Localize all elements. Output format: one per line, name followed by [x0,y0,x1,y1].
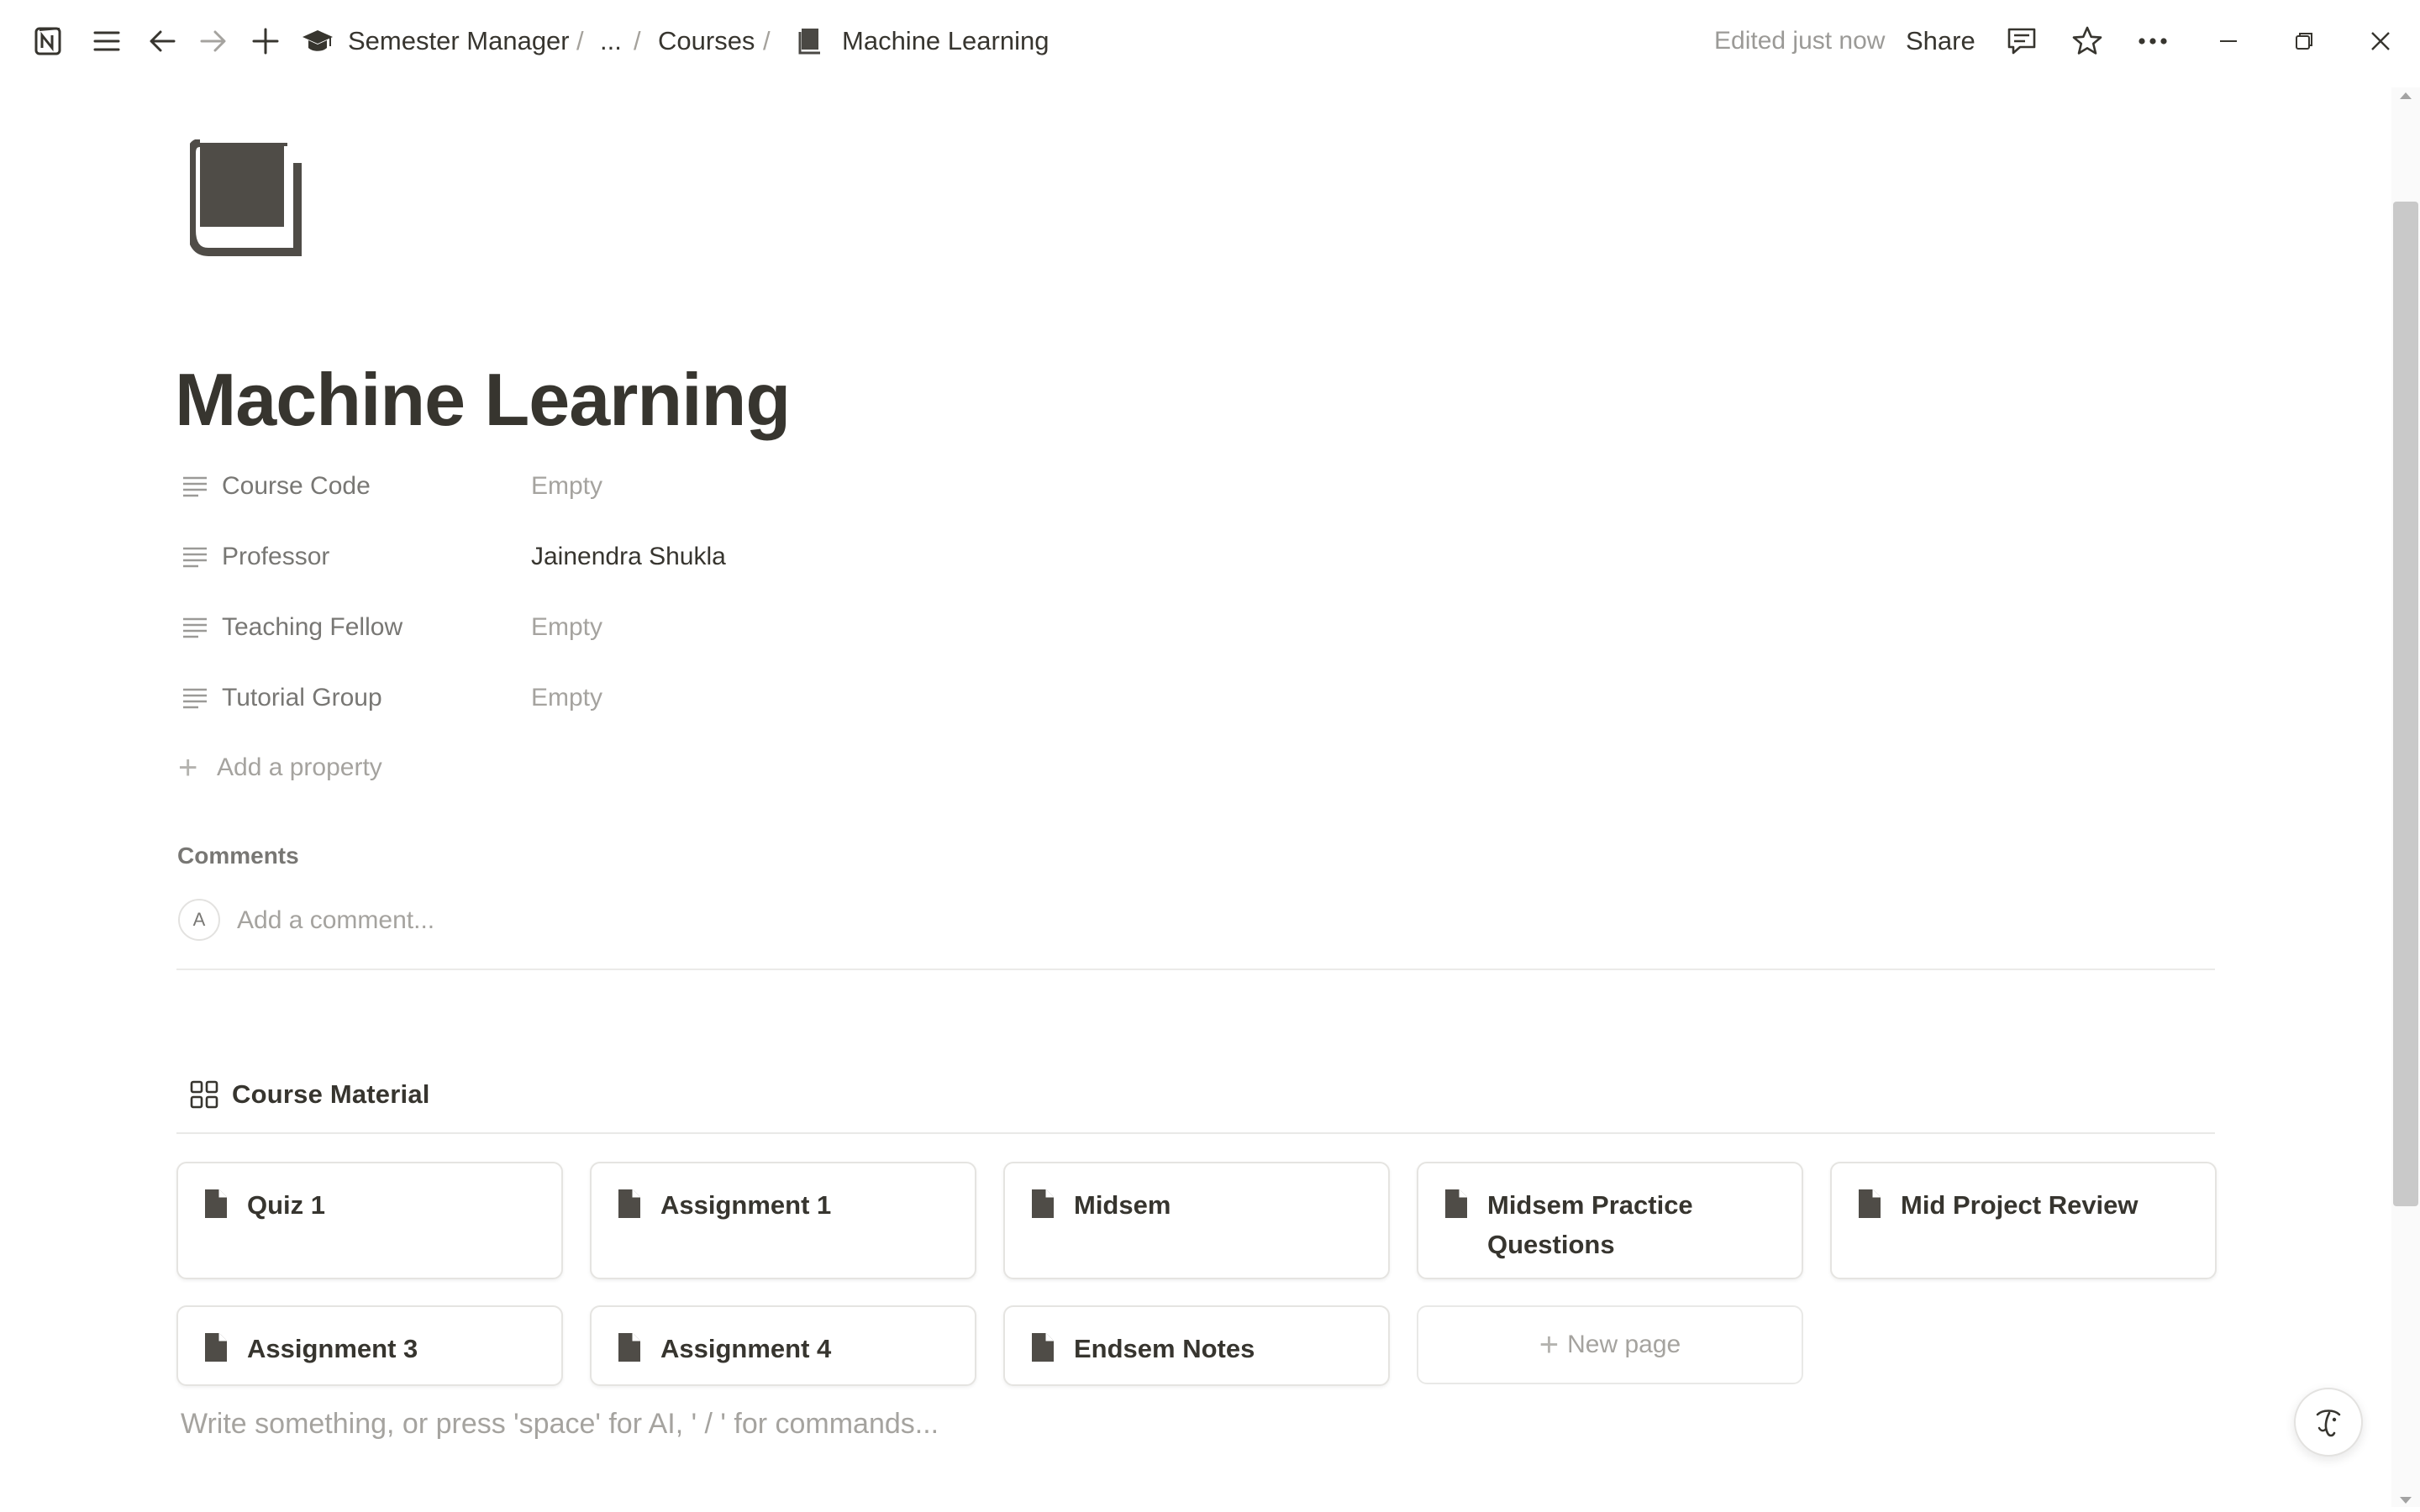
add-property-label: Add a property [217,753,382,781]
comments-heading: Comments [177,843,299,869]
gallery-card[interactable]: Assignment 3 [176,1305,563,1386]
property-value[interactable]: Jainendra Shukla [531,543,726,571]
notion-logo-icon[interactable] [29,21,69,61]
gallery-card[interactable]: Endsem Notes [1003,1305,1390,1386]
back-arrow-icon[interactable] [142,21,182,61]
page-title[interactable]: Machine Learning [175,353,791,447]
property-name: Teaching Fellow [222,613,403,641]
property-value[interactable]: Empty [531,684,602,712]
page-icon [1445,1189,1467,1218]
card-title: Quiz 1 [247,1190,326,1220]
page-icon [205,1333,227,1362]
card-title: Midsem Practice Questions [1487,1190,1693,1259]
page-icon [618,1189,640,1218]
card-title: Endsem Notes [1074,1334,1255,1363]
breadcrumb-separator: / [634,26,641,55]
notion-ai-face-icon [2316,1410,2341,1437]
gallery-view-icon [190,1080,218,1109]
property-teaching-fellow[interactable]: Teaching Fellow Empty [175,601,1267,654]
card-title: Assignment 3 [247,1334,418,1363]
text-property-icon [183,688,207,709]
breadcrumb-semester-manager[interactable]: Semester Manager [348,24,570,59]
avatar: A [178,899,220,941]
scrollbar-thumb[interactable] [2393,202,2418,1206]
gallery-card[interactable]: Midsem [1003,1162,1390,1279]
gallery-card[interactable]: Assignment 4 [590,1305,976,1386]
course-material-title: Course Material [232,1079,430,1109]
breadcrumb-current-page[interactable]: Machine Learning [842,24,1049,59]
property-name: Course Code [222,472,371,500]
breadcrumb-ellipsis[interactable]: ... [600,24,622,59]
scroll-up-arrow-icon[interactable] [2400,92,2412,99]
gallery-card[interactable]: Quiz 1 [176,1162,563,1279]
add-property-button[interactable]: + Add a property [175,743,382,793]
new-page-label: New page [1567,1331,1681,1358]
restore-window-icon[interactable] [2284,21,2324,61]
page-icon [205,1189,227,1218]
comment-icon[interactable] [2002,21,2042,61]
property-value[interactable]: Empty [531,613,602,642]
more-options-icon[interactable] [2133,21,2173,61]
gallery-card[interactable]: Mid Project Review [1830,1162,2217,1279]
graduation-cap-icon [297,21,338,61]
comment-input[interactable]: Add a comment... [237,904,434,937]
breadcrumb-separator: / [763,26,771,55]
scroll-down-arrow-icon[interactable] [2400,1497,2412,1504]
property-professor[interactable]: Professor Jainendra Shukla [175,530,1267,584]
text-property-icon [183,617,207,638]
card-title: Assignment 4 [660,1334,832,1363]
page-book-icon[interactable] [187,139,308,257]
divider [176,1132,2215,1134]
forward-arrow-icon[interactable] [193,21,234,61]
share-button[interactable]: Share [1906,24,1975,59]
page-icon [1032,1189,1054,1218]
course-material-view-tab[interactable]: Course Material [188,1079,430,1110]
divider [176,969,2215,970]
card-title: Midsem [1074,1190,1171,1220]
editor-placeholder[interactable]: Write something, or press 'space' for AI… [181,1405,939,1442]
close-window-icon[interactable] [2360,21,2401,61]
text-property-icon [183,476,207,497]
menu-icon[interactable] [87,21,127,61]
notion-ai-button[interactable] [2294,1388,2363,1457]
edited-status: Edited just now [1714,27,1886,55]
card-title: Mid Project Review [1901,1190,2139,1220]
property-course-code[interactable]: Course Code Empty [175,459,1267,513]
page-icon [618,1333,640,1362]
property-tutorial-group[interactable]: Tutorial Group Empty [175,671,1267,725]
top-bar: Semester Manager / ... / Courses / Machi… [0,0,2420,82]
breadcrumb-courses[interactable]: Courses [658,24,755,59]
text-property-icon [183,547,207,568]
new-page-button[interactable]: + New page [1417,1305,1803,1384]
page-icon [1859,1189,1881,1218]
new-page-plus-icon[interactable] [245,21,286,61]
gallery-card[interactable]: Assignment 1 [590,1162,976,1279]
property-name: Tutorial Group [222,684,382,711]
property-name: Professor [222,543,330,570]
book-icon [790,21,830,61]
card-title: Assignment 1 [660,1190,832,1220]
page-icon [1032,1333,1054,1362]
star-icon[interactable] [2067,21,2107,61]
property-value[interactable]: Empty [531,472,602,501]
minimize-window-icon[interactable] [2208,21,2249,61]
plus-icon: + [178,749,198,786]
plus-icon: + [1539,1326,1560,1363]
breadcrumb-separator: / [576,26,584,55]
gallery-card[interactable]: Midsem Practice Questions [1417,1162,1803,1279]
